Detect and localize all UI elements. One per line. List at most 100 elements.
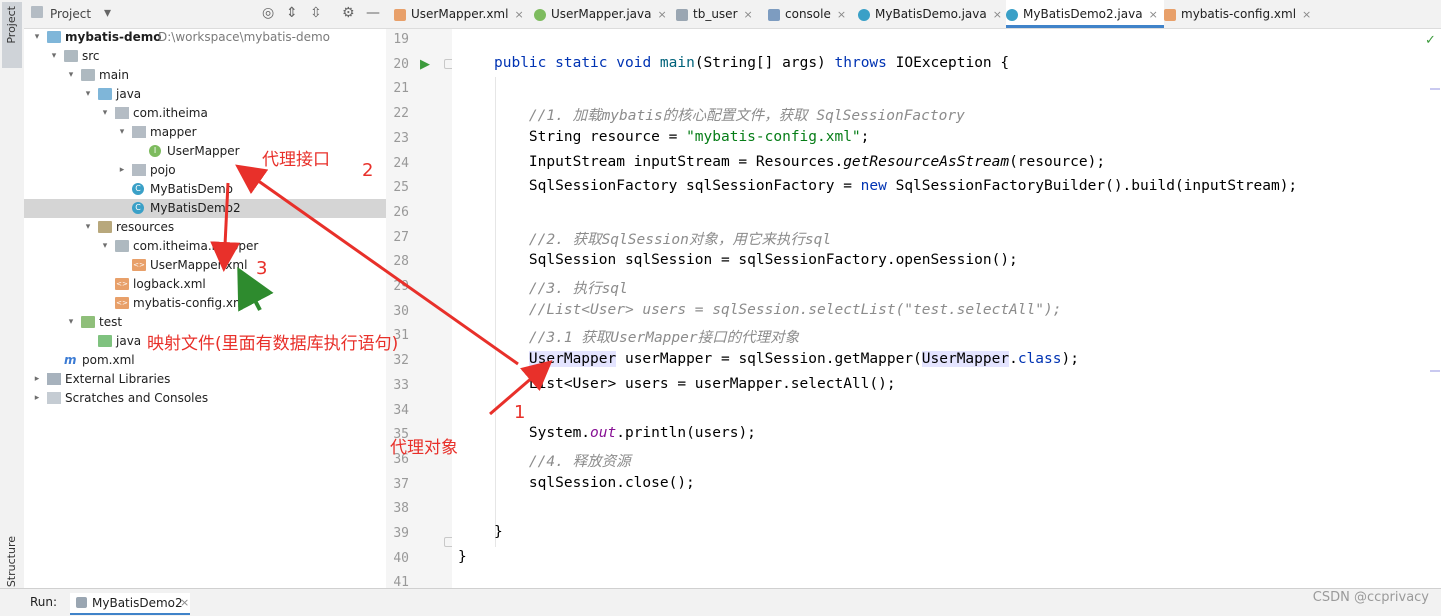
close-icon[interactable]: × — [837, 8, 846, 21]
tree-item[interactable]: ▸ External Libraries — [24, 370, 386, 389]
code-line[interactable]: //3. 执行sql — [458, 277, 628, 298]
chevron-down-icon[interactable]: ▾ — [100, 237, 110, 256]
chevron-down-icon[interactable]: ▾ — [66, 66, 76, 85]
mapping-file-annotation: 映射文件(里面有数据库执行语句) — [147, 334, 399, 354]
chevron-down-icon[interactable]: ▾ — [32, 28, 42, 47]
project-panel-header: Project ▾ ◎ ⇕ ⇳ ⚙ — — [24, 0, 386, 29]
run-gutter-icon[interactable]: ▶ — [420, 57, 430, 72]
interface-icon — [534, 8, 546, 21]
table-icon — [676, 8, 688, 21]
chevron-down-icon[interactable]: ▾ — [83, 218, 93, 237]
project-view-dropdown-icon[interactable]: ▾ — [104, 5, 111, 21]
code-line[interactable]: List<User> users = userMapper.selectAll(… — [458, 376, 896, 392]
line-number: 26 — [393, 204, 409, 220]
code-line[interactable]: String resource = "mybatis-config.xml"; — [458, 129, 870, 145]
chevron-down-icon[interactable]: ▾ — [49, 47, 59, 66]
editor-tab[interactable]: console × — [768, 0, 858, 28]
library-icon — [47, 373, 61, 385]
line-number: 40 — [393, 550, 409, 566]
project-panel-title[interactable]: Project — [50, 7, 91, 21]
editor-tab[interactable]: tb_user × — [676, 0, 768, 28]
code-line[interactable]: public static void main(String[] args) t… — [458, 55, 1009, 71]
chevron-right-icon[interactable]: ▸ — [32, 389, 42, 408]
run-tab[interactable]: MyBatisDemo2 × — [70, 593, 190, 615]
code-line[interactable]: //List<User> users = sqlSession.selectLi… — [458, 302, 1062, 318]
editor-tab-label: MyBatisDemo2.java — [1023, 7, 1143, 21]
close-icon[interactable]: × — [744, 8, 753, 21]
close-icon[interactable]: × — [993, 8, 1002, 21]
tree-item-label: mapper — [150, 125, 197, 139]
locate-icon[interactable]: ◎ — [262, 5, 274, 21]
tree-item-label: UserMapper.xml — [150, 258, 248, 272]
tree-item[interactable]: ▾ com.itheima.mapper — [24, 237, 386, 256]
xml-file-icon: <> — [115, 278, 129, 290]
tree-item[interactable]: ▾ java — [24, 85, 386, 104]
no-problems-check-icon[interactable]: ✓ — [1425, 33, 1436, 48]
tree-item[interactable]: <> UserMapper.xml — [24, 256, 386, 275]
tree-item[interactable]: ▾ mapper — [24, 123, 386, 142]
tree-item[interactable]: ▾ src — [24, 47, 386, 66]
code-line[interactable]: SqlSessionFactory sqlSessionFactory = ne… — [458, 178, 1297, 194]
settings-gear-icon[interactable]: ⚙ — [342, 5, 355, 21]
line-number: 37 — [393, 476, 409, 492]
code-line[interactable]: sqlSession.close(); — [458, 475, 695, 491]
tree-item-label: com.itheima.mapper — [133, 239, 259, 253]
code-line[interactable]: UserMapper userMapper = sqlSession.getMa… — [458, 351, 1079, 368]
editor-tab[interactable]: MyBatisDemo2.java × — [1006, 0, 1164, 28]
project-tool-label[interactable]: Project — [5, 6, 18, 44]
hide-panel-icon[interactable]: — — [366, 5, 380, 21]
code-line[interactable]: InputStream inputStream = Resources.getR… — [458, 154, 1105, 170]
tree-item-label: test — [99, 315, 123, 329]
close-icon[interactable]: × — [514, 8, 523, 21]
xml-file-icon — [394, 8, 406, 21]
tree-item-label: MyBatisDemo — [150, 182, 233, 196]
tree-item[interactable]: ▾ main — [24, 66, 386, 85]
tree-item[interactable]: I UserMapper — [24, 142, 386, 161]
chevron-down-icon[interactable]: ▾ — [66, 313, 76, 332]
chevron-down-icon[interactable]: ▾ — [83, 85, 93, 104]
code-line[interactable]: //3.1 获取UserMapper接口的代理对象 — [458, 326, 799, 347]
line-number: 21 — [393, 81, 409, 97]
editor-tab[interactable]: MyBatisDemo.java × — [858, 0, 1006, 28]
code-line[interactable]: //4. 释放资源 — [458, 450, 631, 471]
chevron-right-icon[interactable]: ▸ — [32, 370, 42, 389]
watermark: CSDN @ccprivacy — [1312, 590, 1429, 605]
close-icon[interactable]: × — [657, 8, 666, 21]
editor-tab[interactable]: mybatis-config.xml × — [1164, 0, 1312, 28]
structure-tool-label[interactable]: Structure — [5, 536, 18, 587]
folder-icon — [115, 240, 129, 252]
tree-item[interactable]: ▾ com.itheima — [24, 104, 386, 123]
code-line[interactable]: //2. 获取SqlSession对象，用它来执行sql — [458, 228, 831, 249]
collapse-all-icon[interactable]: ⇳ — [310, 5, 322, 21]
chevron-right-icon[interactable]: ▸ — [117, 161, 127, 180]
xml-file-icon: <> — [132, 259, 146, 271]
code-line[interactable]: //1. 加载mybatis的核心配置文件，获取 SqlSessionFacto… — [458, 104, 965, 125]
chevron-down-icon[interactable]: ▾ — [100, 104, 110, 123]
xml-file-icon: <> — [115, 297, 129, 309]
tree-item[interactable]: ▾ mybatis-demo D:\workspace\mybatis-demo — [24, 28, 386, 47]
editor-tab[interactable]: UserMapper.java × — [534, 0, 676, 28]
close-icon[interactable]: × — [1302, 8, 1311, 21]
tree-item[interactable]: ▸ pojo — [24, 161, 386, 180]
editor-tab-label: mybatis-config.xml — [1181, 7, 1297, 21]
code-line[interactable]: SqlSession sqlSession = sqlSessionFactor… — [458, 252, 1018, 268]
step-3-number: 3 — [256, 258, 268, 279]
chevron-down-icon[interactable]: ▾ — [117, 123, 127, 142]
interface-icon: I — [149, 145, 161, 157]
tree-item[interactable]: C MyBatisDemo — [24, 180, 386, 199]
tree-item[interactable]: ▾ resources — [24, 218, 386, 237]
tree-item[interactable]: C MyBatisDemo2 — [24, 199, 386, 218]
tree-item[interactable]: ▸ Scratches and Consoles — [24, 389, 386, 408]
code-line[interactable]: } — [458, 549, 467, 565]
expand-all-icon[interactable]: ⇕ — [286, 5, 298, 21]
editor-tab[interactable]: UserMapper.xml × — [394, 0, 534, 28]
tree-item[interactable]: <> logback.xml — [24, 275, 386, 294]
scratches-icon — [47, 392, 61, 404]
code-line[interactable]: } — [458, 524, 503, 540]
scroll-marker — [1430, 370, 1440, 372]
close-icon[interactable]: × — [1149, 8, 1158, 21]
code-editor[interactable]: public static void main(String[] args) t… — [452, 29, 1441, 588]
close-icon[interactable]: × — [180, 596, 189, 609]
code-line[interactable]: System.out.println(users); — [458, 425, 756, 441]
tree-item[interactable]: <> mybatis-config.xml — [24, 294, 386, 313]
